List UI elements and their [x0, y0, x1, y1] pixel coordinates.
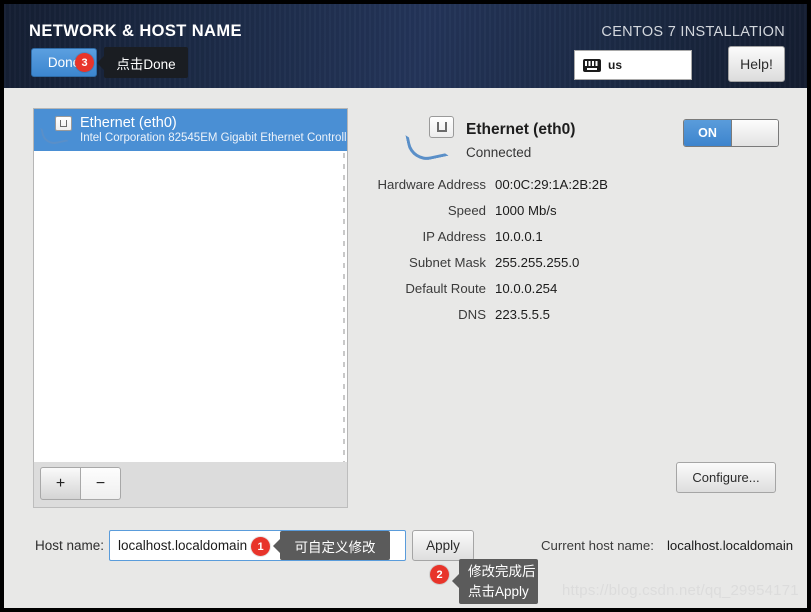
hostname-input-value: localhost.localdomain — [118, 538, 248, 553]
tooltip-arrow-icon — [452, 574, 459, 588]
add-device-button[interactable]: + — [40, 467, 81, 500]
annotation-tooltip-hostname-text: 可自定义修改 — [294, 539, 376, 555]
minus-icon: − — [95, 474, 106, 492]
connection-toggle-knob[interactable] — [730, 120, 778, 146]
network-details-table: Hardware Address 00:0C:29:1A:2B:2B Speed… — [364, 176, 664, 332]
list-item[interactable]: Ethernet (eth0) Intel Corporation 82545E… — [34, 109, 347, 151]
help-button[interactable]: Help! — [728, 46, 785, 82]
detail-title: Ethernet (eth0) — [466, 121, 576, 138]
watermark: https://blog.csdn.net/qq_29954171 — [562, 582, 799, 599]
table-row: Subnet Mask 255.255.255.0 — [364, 254, 664, 272]
row-label: Subnet Mask — [409, 255, 486, 270]
list-item-description: Intel Corporation 82545EM Gigabit Ethern… — [80, 131, 347, 144]
row-value: 1000 Mb/s — [495, 203, 557, 218]
remove-device-button[interactable]: − — [80, 467, 121, 500]
table-row: IP Address 10.0.0.1 — [364, 228, 664, 246]
table-row: Hardware Address 00:0C:29:1A:2B:2B — [364, 176, 664, 194]
annotation-tooltip-done-text: 点击Done — [116, 56, 176, 72]
page-title: NETWORK & HOST NAME — [29, 22, 242, 40]
annotation-tooltip-done: 点击Done — [97, 47, 188, 78]
help-button-label: Help! — [740, 56, 773, 72]
annotation-tooltip-apply-line2: 点击Apply — [468, 583, 529, 599]
table-row: DNS 223.5.5.5 — [364, 306, 664, 324]
detail-status: Connected — [466, 145, 532, 160]
row-value: 10.0.0.1 — [495, 229, 543, 244]
connection-toggle[interactable]: ON — [683, 119, 779, 147]
table-row: Default Route 10.0.0.254 — [364, 280, 664, 298]
network-port-icon — [40, 115, 72, 147]
product-title: CENTOS 7 INSTALLATION — [601, 24, 785, 40]
network-port-icon — [405, 116, 454, 164]
plus-icon: + — [55, 474, 66, 492]
annotation-badge-hostname: 1 — [251, 537, 270, 556]
vertical-scrollbar[interactable] — [343, 153, 345, 493]
tooltip-arrow-icon — [273, 538, 280, 553]
configure-button[interactable]: Configure... — [676, 462, 776, 493]
configure-button-label: Configure... — [692, 470, 760, 485]
tooltip-arrow-icon — [97, 55, 104, 70]
row-label: Speed — [447, 203, 486, 218]
installer-window: NETWORK & HOST NAME CENTOS 7 INSTALLATIO… — [0, 0, 811, 612]
device-list[interactable]: Ethernet (eth0) Intel Corporation 82545E… — [33, 108, 348, 504]
row-label: Default Route — [405, 281, 486, 296]
connection-toggle-label: ON — [684, 120, 731, 146]
annotation-badge-apply: 2 — [430, 565, 449, 584]
list-item-title: Ethernet (eth0) — [80, 114, 177, 131]
annotation-tooltip-apply-line1: 修改完成后 — [468, 563, 536, 579]
device-list-toolbar: + − — [33, 462, 348, 508]
row-value: 223.5.5.5 — [495, 307, 550, 322]
row-label: Hardware Address — [377, 177, 486, 192]
current-hostname-label: Current host name: — [541, 538, 654, 553]
keyboard-icon — [583, 58, 601, 72]
apply-button[interactable]: Apply — [412, 530, 474, 561]
annotation-tooltip-hostname: 可自定义修改 — [273, 531, 390, 560]
annotation-tooltip-apply: 修改完成后 点击Apply — [452, 559, 538, 604]
apply-button-label: Apply — [426, 538, 460, 553]
row-value: 10.0.0.254 — [495, 281, 558, 296]
current-hostname-value: localhost.localdomain — [667, 538, 794, 553]
table-row: Speed 1000 Mb/s — [364, 202, 664, 220]
row-label: IP Address — [422, 229, 486, 244]
keyboard-layout-label: us — [608, 58, 623, 72]
annotation-badge-done: 3 — [75, 53, 94, 72]
row-label: DNS — [458, 307, 486, 322]
row-value: 00:0C:29:1A:2B:2B — [495, 177, 608, 192]
row-value: 255.255.255.0 — [495, 255, 580, 270]
keyboard-layout-indicator[interactable]: us — [574, 50, 692, 80]
hostname-label: Host name: — [35, 538, 105, 553]
